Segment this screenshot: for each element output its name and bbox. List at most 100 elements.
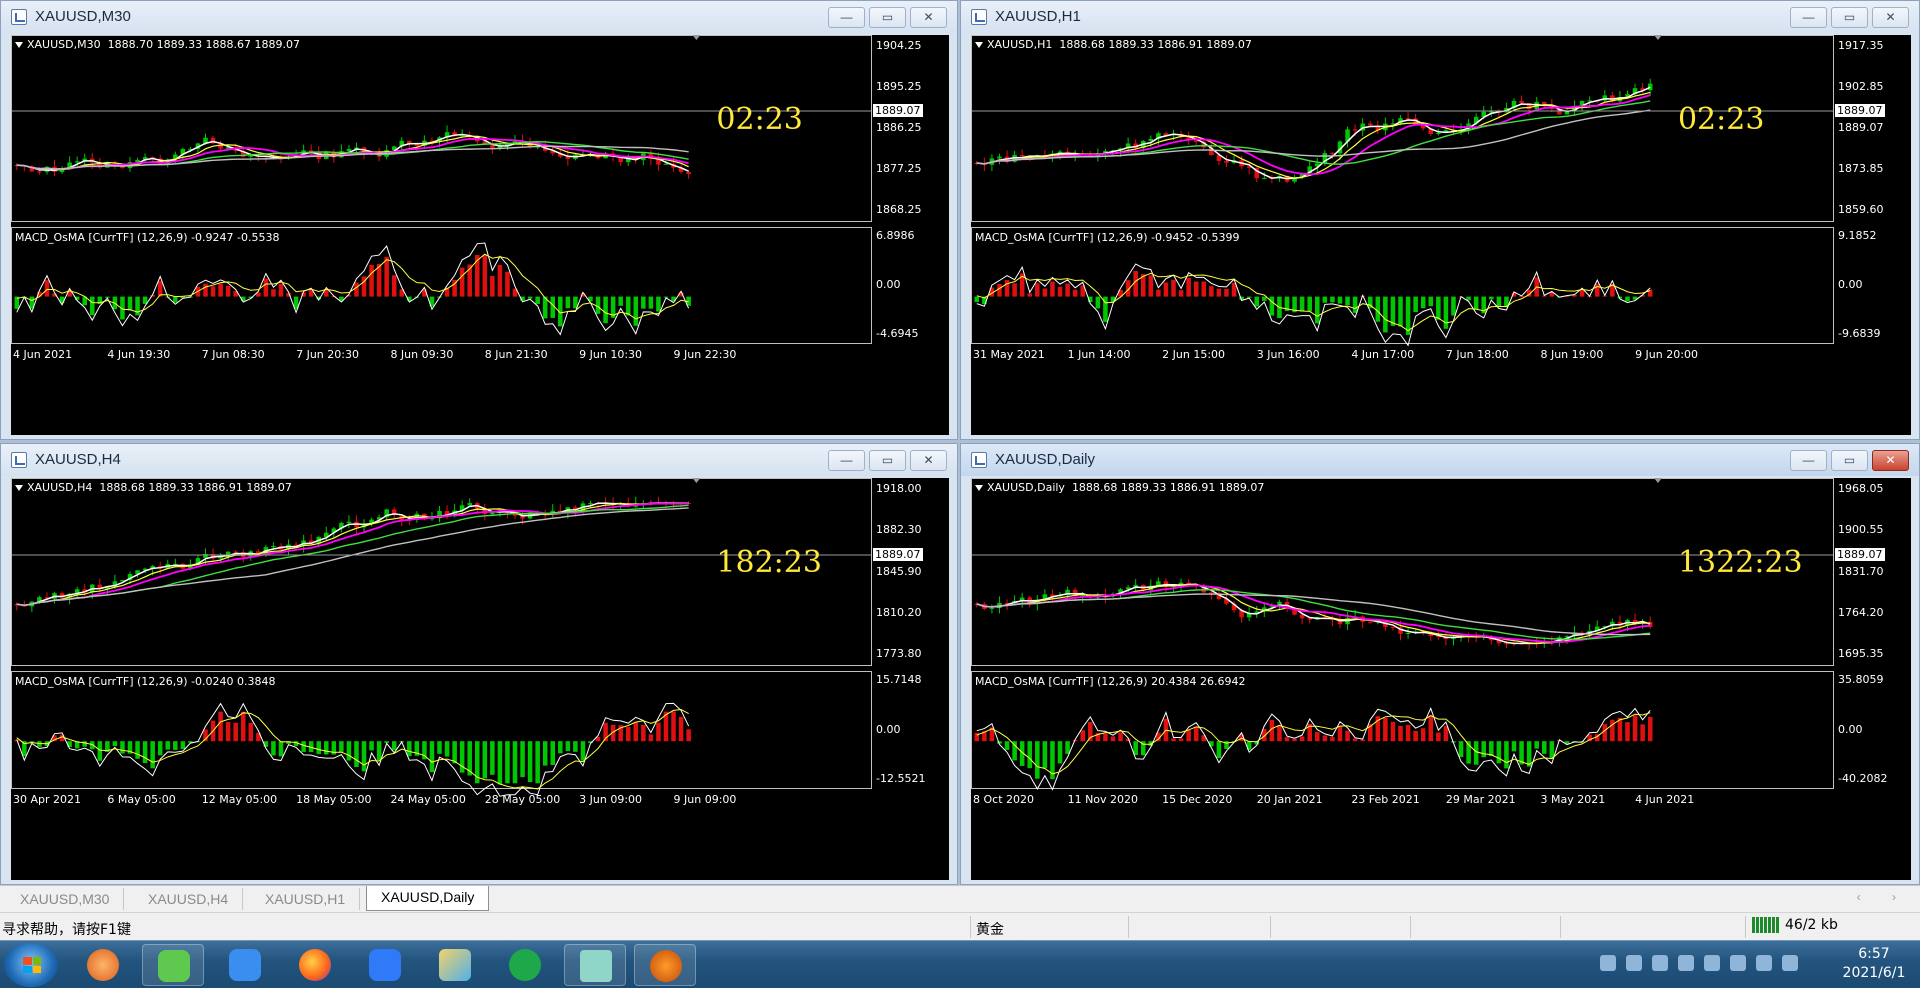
candle-body <box>1224 160 1229 163</box>
volume-icon[interactable] <box>1730 955 1746 971</box>
price-scale-label: 1859.60 <box>1838 203 1884 216</box>
macd-histogram-bar <box>225 285 231 297</box>
minimize-button[interactable]: — <box>1790 450 1827 471</box>
macd-histogram-bar <box>1398 296 1403 327</box>
chart-canvas[interactable]: XAUUSD,Daily 1888.68 1889.33 1886.91 188… <box>971 478 1911 880</box>
window-titlebar[interactable]: XAUUSD,H4 — ▭ ✕ <box>1 444 957 476</box>
tab-xauusd-m30[interactable]: XAUUSD,M30 <box>6 888 125 910</box>
maximize-button[interactable]: ▭ <box>1831 450 1868 471</box>
taskbar-wechat[interactable] <box>142 944 204 986</box>
macd-histogram-bar <box>1489 741 1494 757</box>
close-button[interactable]: ✕ <box>910 450 947 471</box>
chart-window-h1[interactable]: XAUUSD,H1 — ▭ ✕ XAUUSD,H1 1888.68 1889.3… <box>960 0 1920 440</box>
macd-histogram-bar <box>1375 296 1381 322</box>
macd-histogram-bar <box>671 711 676 742</box>
macd-indicator-label: MACD_OsMA [CurrTF] (12,26,9) -0.0240 0.3… <box>15 675 276 688</box>
tray-shield-icon[interactable] <box>1626 955 1642 971</box>
current-price-tag: 1889.07 <box>1835 104 1885 117</box>
tray-icon[interactable] <box>1652 955 1668 971</box>
minimize-button[interactable]: — <box>828 450 865 471</box>
taskbar-app-1[interactable] <box>72 944 134 986</box>
candle-body <box>1587 100 1592 102</box>
close-button[interactable]: ✕ <box>910 7 947 28</box>
candle-body <box>1019 154 1025 156</box>
connection-status[interactable]: 46/2 kb <box>1752 917 1838 933</box>
taskbar-app-3[interactable] <box>214 944 276 986</box>
taskbar-clock[interactable]: 6:57 2021/6/1 <box>1830 945 1918 983</box>
taskbar-app-9[interactable] <box>634 944 696 986</box>
collapse-triangle-icon[interactable] <box>15 485 23 491</box>
window-titlebar[interactable]: XAUUSD,H1 — ▭ ✕ <box>961 1 1919 33</box>
chart-canvas[interactable]: XAUUSD,H1 1888.68 1889.33 1886.91 1889.0… <box>971 35 1911 435</box>
macd-histogram-bar <box>1148 275 1154 297</box>
window-titlebar[interactable]: XAUUSD,Daily — ▭ ✕ <box>961 444 1919 476</box>
candle-body <box>248 155 254 157</box>
window-titlebar[interactable]: XAUUSD,M30 — ▭ ✕ <box>1 1 957 33</box>
macd-histogram-bar <box>1171 279 1176 297</box>
macd-histogram-bar <box>1178 738 1184 742</box>
macd-signal-line <box>976 712 1651 775</box>
macd-histogram-bar <box>97 741 103 761</box>
macd-histogram-bar <box>1065 741 1070 754</box>
macd-main-line <box>16 242 690 336</box>
macd-histogram-bar <box>1443 726 1449 742</box>
chart-window-m30[interactable]: XAUUSD,M30 — ▭ ✕ XAUUSD,M30 1888.70 1889… <box>0 0 958 440</box>
candle-body <box>1519 100 1524 104</box>
tab-scroll-arrows[interactable]: ‹ › <box>1857 890 1910 904</box>
chart-window-daily[interactable]: XAUUSD,Daily — ▭ ✕ XAUUSD,Daily 1888.68 … <box>960 443 1920 885</box>
taskbar-app-5[interactable] <box>354 944 416 986</box>
macd-histogram-bar <box>1035 283 1040 297</box>
chart-canvas[interactable]: XAUUSD,H4 1888.68 1889.33 1886.91 1889.0… <box>11 478 949 880</box>
connection-bars-icon <box>1752 917 1779 933</box>
macd-histogram-bar <box>1496 296 1502 306</box>
macd-histogram-bar <box>173 741 178 750</box>
tray-icon[interactable] <box>1782 955 1798 971</box>
macd-histogram-bar <box>263 278 269 297</box>
tray-icon[interactable] <box>1704 955 1720 971</box>
macd-histogram-bar <box>407 741 412 757</box>
taskbar-app-7[interactable] <box>494 944 556 986</box>
collapse-triangle-icon[interactable] <box>975 485 983 491</box>
close-button[interactable]: ✕ <box>1872 450 1909 471</box>
network-icon[interactable] <box>1756 955 1772 971</box>
minimize-button[interactable]: — <box>1790 7 1827 28</box>
macd-histogram-bar <box>1496 741 1502 764</box>
maximize-button[interactable]: ▭ <box>869 7 906 28</box>
taskbar-firefox[interactable] <box>284 944 346 986</box>
close-button[interactable]: ✕ <box>1872 7 1909 28</box>
maximize-button[interactable]: ▭ <box>869 450 906 471</box>
macd-histogram-bar <box>37 741 42 747</box>
start-button[interactable] <box>4 943 58 987</box>
tab-xauusd-h1[interactable]: XAUUSD,H1 <box>251 888 361 910</box>
taskbar-app-8[interactable] <box>564 944 626 986</box>
macd-pane-frame <box>11 227 872 344</box>
macd-histogram-bar <box>497 264 503 297</box>
tray-icon[interactable] <box>1600 955 1616 971</box>
macd-histogram-bar <box>595 296 601 314</box>
macd-histogram-bar <box>248 722 254 742</box>
macd-histogram-bar <box>505 741 510 784</box>
time-axis-label: 8 Jun 09:30 <box>390 348 454 361</box>
candle-body <box>1367 621 1373 623</box>
system-tray <box>1600 955 1798 971</box>
minimize-button[interactable]: — <box>828 7 865 28</box>
tab-xauusd-daily[interactable]: XAUUSD,Daily <box>366 886 490 911</box>
price-scale-label: 1831.70 <box>1838 564 1884 578</box>
time-axis-label: 20 Jan 2021 <box>1256 793 1323 806</box>
macd-histogram-bar <box>1254 296 1260 307</box>
macd-histogram-bar <box>535 296 540 304</box>
tab-xauusd-h4[interactable]: XAUUSD,H4 <box>134 888 244 910</box>
macd-histogram-bar <box>648 734 654 742</box>
time-axis-label: 7 Jun 20:30 <box>296 348 359 361</box>
chart-window-icon <box>11 9 27 25</box>
chart-canvas[interactable]: XAUUSD,M30 1888.70 1889.33 1888.67 1889.… <box>11 35 949 435</box>
macd-histogram-bar <box>233 722 238 742</box>
collapse-triangle-icon[interactable] <box>975 42 983 48</box>
maximize-button[interactable]: ▭ <box>1831 7 1868 28</box>
collapse-triangle-icon[interactable] <box>15 42 23 48</box>
macd-histogram-bar <box>218 711 223 742</box>
taskbar-app-6[interactable] <box>424 944 486 986</box>
macd-histogram-bar <box>527 296 533 299</box>
chart-window-h4[interactable]: XAUUSD,H4 — ▭ ✕ XAUUSD,H4 1888.68 1889.3… <box>0 443 958 885</box>
tray-wechat-icon[interactable] <box>1678 955 1694 971</box>
